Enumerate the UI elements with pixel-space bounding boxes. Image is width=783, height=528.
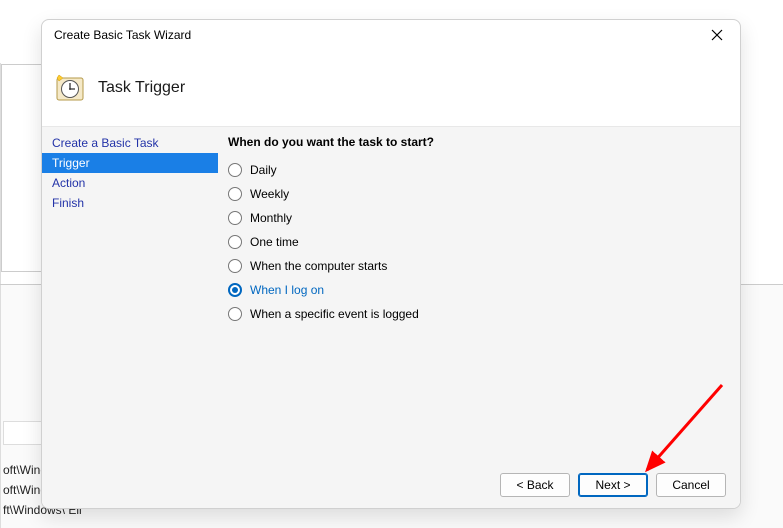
radio-icon (228, 307, 242, 321)
radio-icon (228, 235, 242, 249)
wizard-step[interactable]: Finish (42, 193, 218, 213)
radio-icon (228, 259, 242, 273)
trigger-option-label: Daily (250, 163, 277, 177)
wizard-header: Task Trigger (42, 50, 740, 126)
wizard-footer: < Back Next > Cancel (42, 462, 740, 508)
trigger-option[interactable]: Monthly (228, 211, 730, 225)
wizard-body: Create a Basic TaskTriggerActionFinish W… (42, 126, 740, 462)
clock-icon (54, 72, 86, 104)
wizard-dialog: Create Basic Task Wizard Task Trigger Cr… (41, 19, 741, 509)
radio-icon (228, 211, 242, 225)
trigger-option-label: Weekly (250, 187, 289, 201)
trigger-option[interactable]: When a specific event is logged (228, 307, 730, 321)
trigger-option[interactable]: Daily (228, 163, 730, 177)
trigger-option[interactable]: When the computer starts (228, 259, 730, 273)
trigger-options: Daily Weekly Monthly One time When the compu… (228, 163, 730, 321)
trigger-option[interactable]: One time (228, 235, 730, 249)
close-button[interactable] (702, 20, 732, 50)
radio-icon (228, 187, 242, 201)
trigger-option-label: When a specific event is logged (250, 307, 419, 321)
trigger-option-label: When the computer starts (250, 259, 387, 273)
trigger-option-label: One time (250, 235, 299, 249)
wizard-step[interactable]: Action (42, 173, 218, 193)
trigger-prompt: When do you want the task to start? (228, 135, 730, 149)
back-button[interactable]: < Back (500, 473, 570, 497)
wizard-main-pane: When do you want the task to start? Dail… (218, 127, 740, 462)
close-icon (711, 29, 723, 41)
wizard-step[interactable]: Trigger (42, 153, 218, 173)
trigger-option[interactable]: When I log on (228, 283, 730, 297)
dialog-title: Create Basic Task Wizard (54, 28, 702, 42)
wizard-header-title: Task Trigger (98, 79, 185, 97)
trigger-option-label: Monthly (250, 211, 292, 225)
cancel-button[interactable]: Cancel (656, 473, 726, 497)
trigger-option-label: When I log on (250, 283, 324, 297)
wizard-step[interactable]: Create a Basic Task (42, 133, 218, 153)
next-button[interactable]: Next > (578, 473, 648, 497)
wizard-sidebar: Create a Basic TaskTriggerActionFinish (42, 127, 218, 462)
titlebar: Create Basic Task Wizard (42, 20, 740, 50)
trigger-option[interactable]: Weekly (228, 187, 730, 201)
radio-icon (228, 163, 242, 177)
radio-icon (228, 283, 242, 297)
